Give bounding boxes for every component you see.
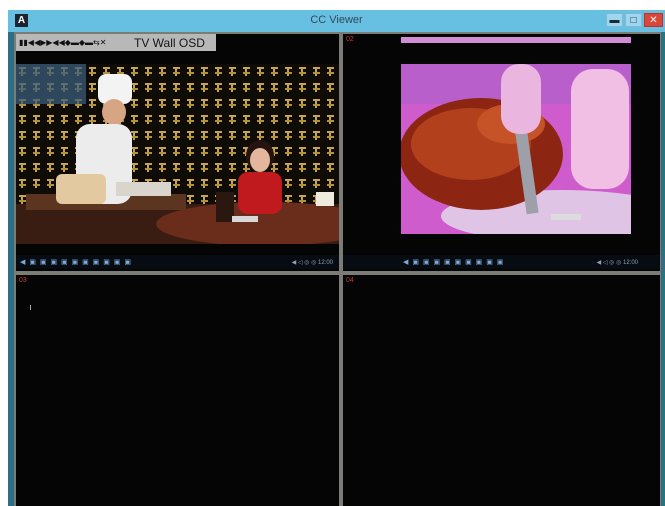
maximize-button[interactable]: □: [625, 13, 642, 27]
pane-4-label: 04: [346, 277, 354, 284]
window-title: CC Viewer: [310, 14, 363, 26]
video-pane-1[interactable]: ▮▮◀◀▶▶◀◀◆▬◆▬⇆✕ TV Wall OSD ◀ ▣ ▣ ▣ ▣ ▣ ▣…: [16, 34, 339, 271]
video-frame-1: [16, 64, 339, 244]
pane-2-label: 02: [346, 36, 354, 43]
close-icon: ✕: [649, 15, 658, 26]
video-feed-2: [401, 64, 631, 234]
minimize-button[interactable]: ▬: [606, 13, 623, 27]
video-pane-4[interactable]: 04: [343, 275, 660, 506]
video-frame-2: [401, 64, 631, 234]
osd-control-icons[interactable]: ▮▮◀◀▶▶◀◀◆▬◆▬⇆✕: [19, 38, 106, 47]
video-pane-3[interactable]: 03: [16, 275, 339, 506]
pane-1-taskbar-icons: ◀ ▣ ▣ ▣ ▣ ▣ ▣ ▣ ▣ ▣ ▣: [20, 259, 132, 266]
minimize-icon: ▬: [609, 15, 620, 26]
close-button[interactable]: ✕: [644, 13, 663, 27]
pane-3-cursor: [30, 305, 31, 310]
video-wall-grid: ▮▮◀◀▶▶◀◀◆▬◆▬⇆✕ TV Wall OSD ◀ ▣ ▣ ▣ ▣ ▣ ▣…: [14, 32, 661, 506]
pane-1-taskbar: ◀ ▣ ▣ ▣ ▣ ▣ ▣ ▣ ▣ ▣ ▣ ◀ ◁ ◎ ◎ 12:00: [16, 255, 339, 269]
pane-2-taskbar-tray: ◀ ◁ ◎ ◎ 12:00: [596, 260, 638, 266]
pane-2-top-strip: [401, 37, 631, 43]
pane-1-taskbar-tray: ◀ ◁ ◎ ◎ 12:00: [291, 260, 333, 266]
pane-2-taskbar: ◀ ▣ ▣ ▣ ▣ ▣ ▣ ▣ ▣ ▣ ◀ ◁ ◎ ◎ 12:00: [343, 255, 660, 269]
pane-3-label: 03: [19, 277, 27, 284]
video-pane-2[interactable]: 02 ◀ ▣ ▣ ▣ ▣ ▣ ▣ ▣ ▣ ▣ ◀ ◁ ◎ ◎ 12:00: [343, 34, 660, 271]
maximize-icon: □: [630, 15, 637, 26]
cc-viewer-window: A CC Viewer ▬ □ ✕ ▮▮◀◀▶▶◀◀◆▬◆▬⇆✕ TV Wall…: [8, 10, 665, 506]
video-feed-1: [16, 64, 339, 244]
title-bar[interactable]: A CC Viewer ▬ □ ✕: [8, 10, 665, 32]
pane-2-taskbar-icons: ◀ ▣ ▣ ▣ ▣ ▣ ▣ ▣ ▣ ▣: [403, 259, 505, 266]
osd-label: TV Wall OSD: [134, 36, 205, 50]
osd-toolbar[interactable]: ▮▮◀◀▶▶◀◀◆▬◆▬⇆✕ TV Wall OSD: [16, 34, 216, 51]
